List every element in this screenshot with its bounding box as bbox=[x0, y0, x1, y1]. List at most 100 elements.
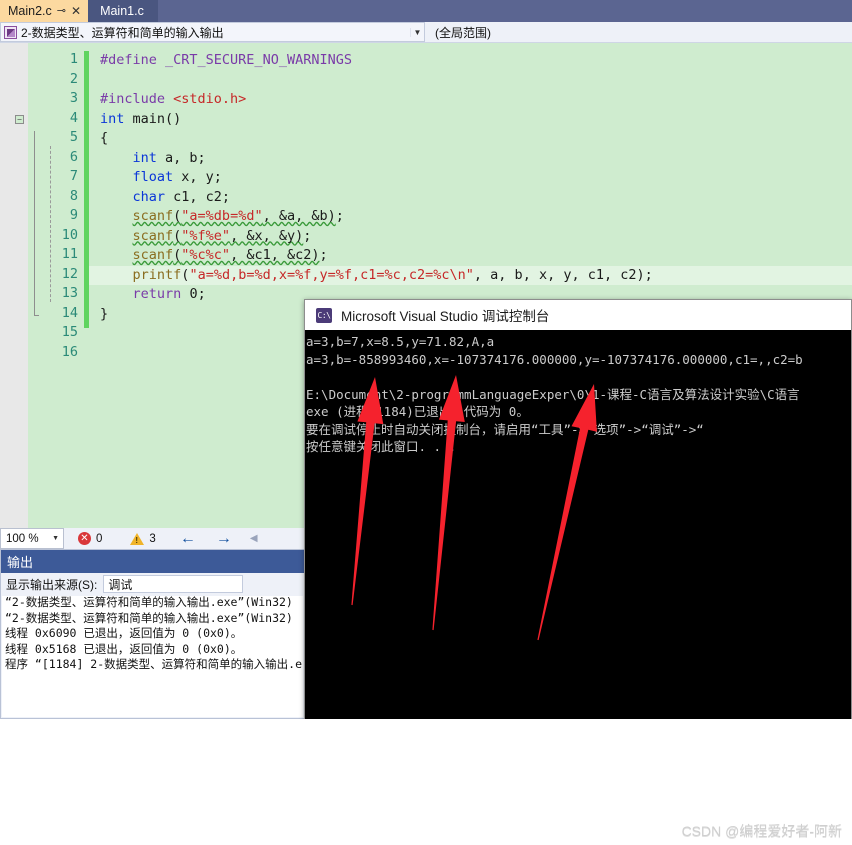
console-app-icon: C:\ bbox=[316, 307, 332, 323]
line-number: 6 bbox=[69, 148, 78, 165]
code-line[interactable]: int main() bbox=[89, 110, 852, 130]
line-number: 12 bbox=[61, 265, 78, 282]
scope-dropdown-value[interactable]: (全局范围) bbox=[435, 24, 491, 41]
code-token: "%f%e" bbox=[181, 227, 231, 244]
code-line[interactable]: #include <stdio.h> bbox=[89, 90, 852, 110]
console-line: 按任意键关闭此窗口. . . bbox=[306, 439, 457, 454]
chevron-down-icon[interactable]: ▼ bbox=[410, 27, 424, 37]
code-token: c1, c2; bbox=[165, 188, 231, 205]
code-token: #include bbox=[100, 91, 174, 107]
output-panel-toolbar: 显示输出来源(S): 调试 bbox=[1, 573, 304, 595]
code-line[interactable] bbox=[89, 71, 852, 91]
pin-icon[interactable]: ⊸ bbox=[57, 0, 66, 22]
warning-count-item[interactable]: 3 bbox=[116, 532, 169, 545]
code-token: return bbox=[132, 286, 182, 302]
close-icon[interactable]: ✕ bbox=[71, 0, 81, 22]
console-title-text: Microsoft Visual Studio 调试控制台 bbox=[341, 309, 550, 324]
output-line: 线程 0x5168 已退出，返回值为 0 (0x0)。 bbox=[5, 641, 243, 656]
code-token: () bbox=[165, 110, 182, 127]
code-token: <stdio.h> bbox=[173, 91, 247, 107]
editor-tab-bar: Main2.c ⊸ ✕ Main1.c bbox=[0, 0, 852, 22]
code-line[interactable]: scanf("%c%c", &c1, &c2); bbox=[89, 246, 852, 266]
code-line[interactable]: float x, y; bbox=[89, 168, 852, 188]
code-token: "%c%c" bbox=[181, 247, 231, 263]
watermark: CSDN @编程爱好者-阿新 bbox=[681, 823, 842, 839]
project-dropdown-value: 2-数据类型、运算符和简单的输入输出 bbox=[21, 25, 224, 40]
code-token: } bbox=[100, 305, 109, 322]
indent-guide bbox=[50, 145, 51, 302]
zoom-level-value: 100 % bbox=[6, 532, 39, 545]
tab-main2-c[interactable]: Main2.c ⊸ ✕ bbox=[0, 0, 89, 22]
line-number: 9 bbox=[69, 207, 78, 223]
output-source-dropdown[interactable]: 调试 bbox=[103, 575, 244, 593]
line-number: 4 bbox=[69, 109, 78, 126]
navigation-bar: 2-数据类型、运算符和简单的输入输出 ▼ (全局范围) bbox=[0, 22, 852, 43]
code-token: , &c1, &c2) bbox=[230, 247, 320, 263]
code-token: scanf bbox=[132, 247, 174, 263]
line-number: 5 bbox=[69, 129, 78, 145]
output-line: “2-数据类型、运算符和简单的输入输出.exe”(Win32) bbox=[5, 610, 293, 625]
output-line: 线程 0x6090 已退出，返回值为 0 (0x0)。 bbox=[5, 626, 243, 640]
code-token: int bbox=[132, 149, 157, 166]
line-number: 1 bbox=[69, 51, 78, 67]
code-line[interactable]: int a, b; bbox=[89, 149, 852, 169]
output-panel-content[interactable]: 线程 0x1234 已退出，返回值为 0 (0x0)。“2-数据类型、运算符和简… bbox=[2, 596, 303, 717]
warning-count: 3 bbox=[149, 532, 156, 545]
code-token: a, b; bbox=[156, 149, 206, 166]
code-token: "a=%d,b=%d,x=%f,y=%f,c1=%c,c2=%c\n" bbox=[189, 266, 474, 283]
block-structure-foot bbox=[34, 314, 39, 316]
chevron-left-icon[interactable]: ◀ bbox=[242, 533, 266, 544]
error-count-item[interactable]: ✕ 0 bbox=[64, 532, 116, 545]
output-line: 程序 “[1184] 2-数据类型、运算符和简单的输入输出.e bbox=[5, 657, 303, 671]
project-dropdown[interactable]: 2-数据类型、运算符和简单的输入输出 ▼ bbox=[0, 22, 425, 42]
project-file-icon bbox=[4, 25, 17, 39]
error-icon: ✕ bbox=[78, 532, 91, 545]
code-token: main bbox=[132, 110, 166, 127]
code-token: #define bbox=[100, 52, 166, 68]
console-line: 要在调试停止时自动关闭控制台，请启用“工具”->“选项”->“调试”->“ bbox=[306, 421, 704, 437]
code-line[interactable]: #define _CRT_SECURE_NO_WARNINGS bbox=[89, 51, 852, 71]
code-token: printf bbox=[132, 266, 182, 283]
code-token: x, y; bbox=[173, 169, 222, 185]
code-token: "a=%db=%d" bbox=[181, 208, 263, 224]
chevron-down-icon[interactable]: ▼ bbox=[52, 535, 59, 542]
line-number: 16 bbox=[61, 343, 78, 360]
code-token: _CRT_SECURE_NO_WARNINGS bbox=[165, 52, 352, 68]
tab-label: Main1.c bbox=[100, 4, 144, 18]
code-token: { bbox=[100, 130, 109, 146]
output-source-label: 显示输出来源(S): bbox=[6, 577, 98, 592]
line-number: 7 bbox=[69, 168, 78, 184]
code-line[interactable]: char c1, c2; bbox=[89, 188, 852, 208]
output-panel: 输出 显示输出来源(S): 调试 线程 0x1234 已退出，返回值为 0 (0… bbox=[0, 549, 305, 719]
output-line: “2-数据类型、运算符和简单的输入输出.exe”(Win32) bbox=[5, 596, 293, 609]
console-line: E:\Document\2-programmLanguageExper\0\1-… bbox=[306, 386, 800, 402]
output-panel-title: 输出 bbox=[1, 550, 304, 573]
tab-main1-c[interactable]: Main1.c bbox=[88, 0, 158, 22]
arrow-left-icon[interactable]: ← bbox=[170, 530, 206, 548]
code-line[interactable]: printf("a=%d,b=%d,x=%f,y=%f,c1=%c,c2=%c\… bbox=[89, 265, 852, 285]
fold-collapse-icon[interactable]: − bbox=[15, 114, 24, 124]
line-number: 13 bbox=[61, 285, 78, 301]
line-number: 15 bbox=[61, 324, 78, 340]
code-token: , &x, &y) bbox=[230, 227, 304, 244]
zoom-level-dropdown[interactable]: 100 % ▼ bbox=[0, 528, 64, 549]
line-number: 3 bbox=[69, 90, 78, 106]
code-line[interactable]: scanf("%f%e", &x, &y); bbox=[89, 227, 852, 247]
code-line[interactable]: { bbox=[89, 129, 852, 149]
console-line: a=3,b=-858993460,x=-107374176.000000,y=-… bbox=[306, 351, 803, 367]
line-number: 11 bbox=[61, 246, 78, 262]
code-token: scanf bbox=[132, 227, 174, 244]
code-line[interactable]: scanf("a=%db=%d", &a, &b); bbox=[89, 207, 852, 227]
console-title-bar: C:\ Microsoft Visual Studio 调试控制台 bbox=[305, 300, 851, 330]
arrow-right-icon[interactable]: → bbox=[206, 530, 242, 548]
